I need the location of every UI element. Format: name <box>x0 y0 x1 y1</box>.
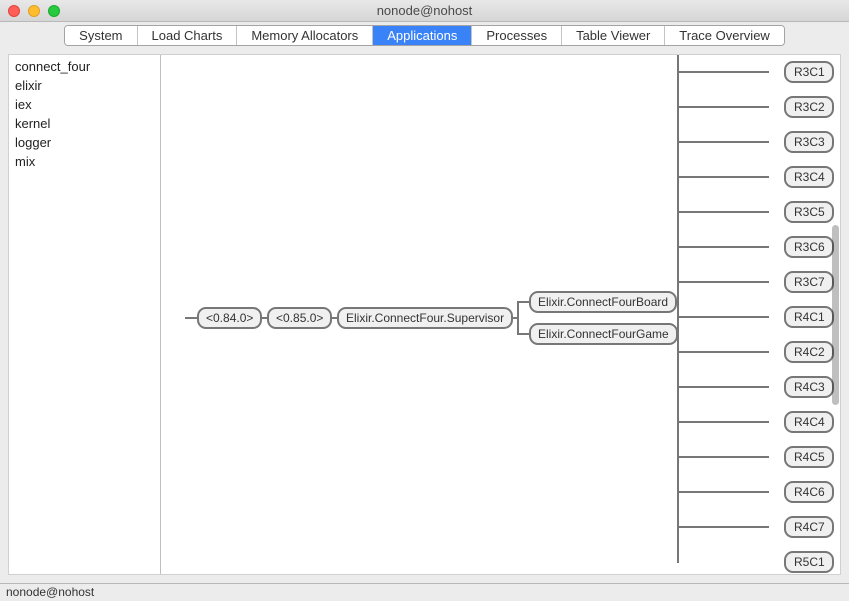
zoom-icon[interactable] <box>48 5 60 17</box>
sidebar-item-elixir[interactable]: elixir <box>9 76 160 95</box>
process-node[interactable]: R4C4 <box>784 411 834 433</box>
connector <box>517 333 529 335</box>
connector <box>677 281 769 283</box>
process-node[interactable]: R3C7 <box>784 271 834 293</box>
process-node[interactable]: R4C7 <box>784 516 834 538</box>
connector <box>677 351 769 353</box>
content-area: connect_fourelixiriexkernelloggermix <box>8 54 841 575</box>
process-node[interactable]: R3C4 <box>784 166 834 188</box>
app-list-sidebar: connect_fourelixiriexkernelloggermix <box>9 55 161 574</box>
sidebar-item-kernel[interactable]: kernel <box>9 114 160 133</box>
tab-table-viewer[interactable]: Table Viewer <box>562 26 665 45</box>
tab-system[interactable]: System <box>65 26 137 45</box>
connector <box>517 301 529 303</box>
connector <box>677 386 769 388</box>
process-node[interactable]: R3C3 <box>784 131 834 153</box>
close-icon[interactable] <box>8 5 20 17</box>
tabs: SystemLoad ChartsMemory AllocatorsApplic… <box>64 25 785 46</box>
process-node[interactable]: R3C5 <box>784 201 834 223</box>
process-tree-canvas[interactable]: <0.84.0> <0.85.0> Elixir.ConnectFour.Sup… <box>161 55 840 574</box>
process-node[interactable]: R4C6 <box>784 481 834 503</box>
tab-processes[interactable]: Processes <box>472 26 562 45</box>
statusbar: nonode@nohost <box>0 583 849 601</box>
window-controls <box>8 5 60 17</box>
connector <box>677 491 769 493</box>
process-node[interactable]: R5C1 <box>784 551 834 573</box>
process-node[interactable]: R3C2 <box>784 96 834 118</box>
process-node[interactable]: R4C5 <box>784 446 834 468</box>
titlebar: nonode@nohost <box>0 0 849 22</box>
connector <box>677 526 769 528</box>
process-node[interactable]: Elixir.ConnectFourBoard <box>529 291 677 313</box>
tab-applications[interactable]: Applications <box>373 26 472 45</box>
connector <box>677 316 769 318</box>
scrollbar-thumb[interactable] <box>832 225 839 405</box>
process-node[interactable]: Elixir.ConnectFour.Supervisor <box>337 307 513 329</box>
sidebar-item-iex[interactable]: iex <box>9 95 160 114</box>
process-node[interactable]: R3C6 <box>784 236 834 258</box>
process-node[interactable]: <0.84.0> <box>197 307 262 329</box>
connector <box>185 317 197 319</box>
process-node[interactable]: R4C3 <box>784 376 834 398</box>
connector <box>677 106 769 108</box>
connector <box>677 176 769 178</box>
connector <box>677 71 769 73</box>
connector <box>677 246 769 248</box>
connector <box>677 421 769 423</box>
sidebar-item-connect_four[interactable]: connect_four <box>9 57 160 76</box>
tab-load-charts[interactable]: Load Charts <box>138 26 238 45</box>
tabbar: SystemLoad ChartsMemory AllocatorsApplic… <box>0 22 849 46</box>
sidebar-item-mix[interactable]: mix <box>9 152 160 171</box>
process-node[interactable]: R4C2 <box>784 341 834 363</box>
process-node[interactable]: R4C1 <box>784 306 834 328</box>
connector <box>677 211 769 213</box>
process-node[interactable]: R3C1 <box>784 61 834 83</box>
connector <box>517 301 519 335</box>
tab-trace-overview[interactable]: Trace Overview <box>665 26 784 45</box>
connector <box>677 141 769 143</box>
sidebar-item-logger[interactable]: logger <box>9 133 160 152</box>
connector <box>677 55 679 563</box>
status-text: nonode@nohost <box>6 585 94 599</box>
process-node[interactable]: <0.85.0> <box>267 307 332 329</box>
rc-node-column: R3C1 R3C2 R3C3 R3C4 R3C5 R3C6 R3C7 R4C1 R4C2 R4C3… <box>784 55 834 573</box>
process-node[interactable]: Elixir.ConnectFourGame <box>529 323 678 345</box>
app-window: nonode@nohost SystemLoad ChartsMemory Al… <box>0 0 849 601</box>
minimize-icon[interactable] <box>28 5 40 17</box>
connector <box>677 456 769 458</box>
tab-memory-allocators[interactable]: Memory Allocators <box>237 26 373 45</box>
window-title: nonode@nohost <box>0 3 849 18</box>
